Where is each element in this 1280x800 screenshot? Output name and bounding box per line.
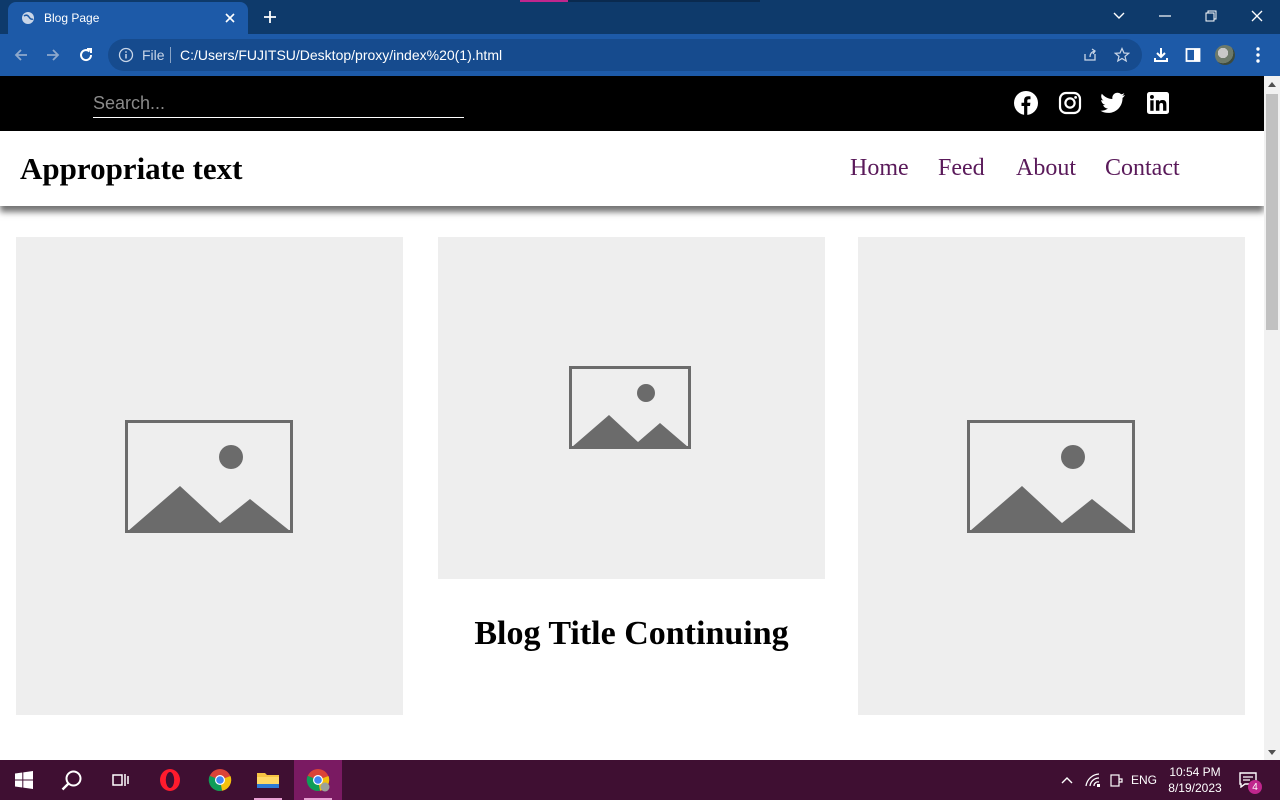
image-placeholder-icon <box>967 420 1135 533</box>
image-placeholder-icon <box>569 366 691 449</box>
tab-strip-accent <box>568 0 760 2</box>
site-info-icon[interactable] <box>118 47 134 63</box>
page-scrollbar[interactable] <box>1264 76 1280 760</box>
windows-start-icon[interactable] <box>0 760 48 800</box>
nav-home[interactable]: Home <box>850 155 909 182</box>
chrome-active-icon[interactable] <box>294 760 342 800</box>
site-brand[interactable]: Appropriate text <box>20 151 242 187</box>
page-viewport: Appropriate text Home Feed About Contact… <box>0 76 1264 760</box>
linkedin-icon[interactable] <box>1145 90 1171 116</box>
restore-button[interactable] <box>1188 0 1234 32</box>
profile-avatar[interactable] <box>1215 45 1235 65</box>
image-placeholder-icon <box>125 420 293 533</box>
notification-count-badge: 4 <box>1248 780 1262 794</box>
twitter-icon[interactable] <box>1100 90 1126 116</box>
file-explorer-icon[interactable] <box>244 760 292 800</box>
browser-tab-strip: Blog Page <box>0 0 1280 34</box>
post-card[interactable] <box>858 237 1245 715</box>
download-icon[interactable] <box>1150 44 1172 66</box>
side-panel-icon[interactable] <box>1182 44 1204 66</box>
scroll-up-arrow-icon[interactable] <box>1264 76 1280 92</box>
system-clock[interactable]: 10:54 PM 8/19/2023 <box>1160 764 1230 796</box>
clock-date: 8/19/2023 <box>1168 781 1222 795</box>
close-tab-icon[interactable] <box>222 10 238 26</box>
input-language[interactable]: ENG <box>1130 760 1158 800</box>
chrome-icon[interactable] <box>196 760 244 800</box>
reload-button[interactable] <box>73 42 99 68</box>
show-hidden-icons-chevron-icon[interactable] <box>1056 760 1078 800</box>
address-divider <box>170 47 171 63</box>
new-tab-button[interactable] <box>258 6 282 28</box>
browser-tab[interactable]: Blog Page <box>8 2 248 34</box>
post-card-image[interactable] <box>438 237 825 579</box>
nav-feed[interactable]: Feed <box>938 155 985 182</box>
minimize-button[interactable] <box>1142 0 1188 32</box>
post-title[interactable]: Blog Title Continuing <box>438 614 825 654</box>
tab-search-button[interactable] <box>1096 0 1142 32</box>
site-header: Appropriate text Home Feed About Contact <box>0 131 1264 206</box>
post-card[interactable] <box>16 237 403 715</box>
nav-contact[interactable]: Contact <box>1105 155 1180 182</box>
opera-icon[interactable] <box>146 760 194 800</box>
top-bar <box>0 76 1264 131</box>
url-text[interactable]: C:/Users/FUJITSU/Desktop/proxy/index%20(… <box>180 47 502 63</box>
tab-strip-accent <box>520 0 568 2</box>
forward-button[interactable] <box>40 42 66 68</box>
bookmark-star-icon[interactable] <box>1112 45 1132 65</box>
back-button[interactable] <box>8 42 34 68</box>
power-icon[interactable] <box>1106 760 1128 800</box>
wifi-icon[interactable] <box>1082 760 1104 800</box>
clock-time: 10:54 PM <box>1169 765 1221 779</box>
share-icon[interactable] <box>1080 45 1100 65</box>
instagram-icon[interactable] <box>1057 90 1083 116</box>
address-bar[interactable]: File C:/Users/FUJITSU/Desktop/proxy/inde… <box>108 39 1142 71</box>
scrollbar-thumb[interactable] <box>1266 94 1278 330</box>
tab-title: Blog Page <box>44 11 100 25</box>
nav-about[interactable]: About <box>1016 155 1076 182</box>
globe-icon <box>20 10 36 26</box>
scheme-label: File <box>142 47 165 63</box>
task-view-icon[interactable] <box>96 760 144 800</box>
close-window-button[interactable] <box>1234 0 1280 32</box>
scroll-down-arrow-icon[interactable] <box>1264 744 1280 760</box>
search-icon[interactable] <box>48 760 96 800</box>
windows-taskbar: ENG 10:54 PM 8/19/2023 <box>0 760 1280 800</box>
menu-kebab-icon[interactable] <box>1247 44 1269 66</box>
facebook-icon[interactable] <box>1013 90 1039 116</box>
search-input[interactable] <box>93 90 464 118</box>
browser-toolbar: File C:/Users/FUJITSU/Desktop/proxy/inde… <box>0 34 1280 76</box>
